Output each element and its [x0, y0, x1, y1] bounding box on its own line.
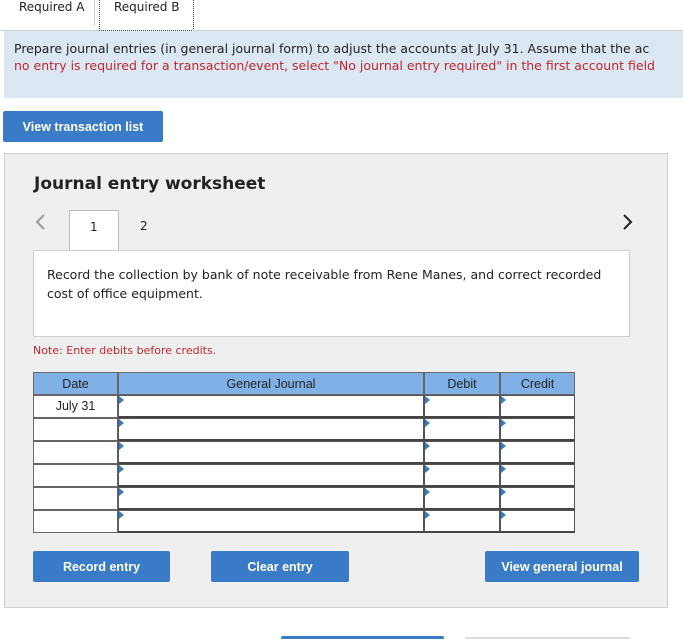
table-row: July 31 [33, 395, 575, 418]
dropdown-marker-icon [425, 488, 430, 496]
debit-input[interactable] [424, 441, 500, 464]
dropdown-marker-icon [501, 396, 506, 404]
dropdown-marker-icon [119, 396, 124, 404]
dropdown-marker-icon [501, 419, 506, 427]
record-entry-button[interactable]: Record entry [33, 551, 170, 582]
journal-entry-worksheet-panel: Journal entry worksheet 1 2 Record the c… [4, 153, 668, 608]
table-row [33, 464, 575, 487]
date-cell-text: July 31 [55, 399, 96, 413]
table-row [33, 510, 575, 533]
credit-input[interactable] [500, 464, 575, 487]
subtab-label: 2 [140, 219, 148, 233]
dropdown-marker-icon [501, 465, 506, 473]
chevron-right-icon[interactable] [620, 212, 636, 232]
date-cell [33, 510, 118, 533]
tab-required-a-label: Required A [19, 0, 85, 14]
table-row [33, 487, 575, 510]
account-select[interactable] [118, 487, 424, 510]
debit-input[interactable] [424, 510, 500, 533]
date-cell [33, 487, 118, 510]
date-column-header: Date [33, 372, 118, 395]
table-row [33, 441, 575, 464]
debit-input[interactable] [424, 418, 500, 441]
subtab-label: 1 [90, 220, 98, 234]
debit-input[interactable] [424, 464, 500, 487]
date-cell [33, 441, 118, 464]
worksheet-title: Journal entry worksheet [34, 174, 266, 194]
date-cell: July 31 [33, 395, 118, 418]
dropdown-marker-icon [119, 419, 124, 427]
instructions-line-2: no entry is required for a transaction/e… [14, 58, 655, 73]
dropdown-marker-icon [501, 511, 506, 519]
dropdown-marker-icon [501, 488, 506, 496]
date-cell [33, 418, 118, 441]
debit-input[interactable] [424, 395, 500, 418]
account-select[interactable] [118, 510, 424, 533]
credit-input[interactable] [500, 510, 575, 533]
credit-input[interactable] [500, 395, 575, 418]
dropdown-marker-icon [119, 511, 124, 519]
dropdown-marker-icon [119, 488, 124, 496]
tab-required-a[interactable]: Required A [6, 0, 95, 26]
dropdown-marker-icon [425, 419, 430, 427]
account-select[interactable] [118, 464, 424, 487]
credit-input[interactable] [500, 441, 575, 464]
worksheet-subtab-2[interactable]: 2 [133, 210, 153, 250]
instructions-line-1: Prepare journal entries (in general jour… [14, 41, 650, 56]
credit-column-header: Credit [500, 372, 575, 395]
dropdown-marker-icon [425, 465, 430, 473]
table-row [33, 418, 575, 441]
credit-input[interactable] [500, 418, 575, 441]
date-cell [33, 464, 118, 487]
debit-input[interactable] [424, 487, 500, 510]
clear-entry-button[interactable]: Clear entry [211, 551, 349, 582]
transaction-description: Record the collection by bank of note re… [33, 250, 630, 337]
account-select[interactable] [118, 441, 424, 464]
chevron-left-icon[interactable] [34, 212, 50, 232]
credit-input[interactable] [500, 487, 575, 510]
dropdown-marker-icon [119, 465, 124, 473]
dropdown-marker-icon [425, 442, 430, 450]
general-journal-column-header: General Journal [118, 372, 424, 395]
instructions-banner: Prepare journal entries (in general jour… [4, 31, 683, 98]
debits-credits-note: Note: Enter debits before credits. [33, 344, 217, 357]
transaction-description-text: Record the collection by bank of note re… [47, 267, 602, 301]
dropdown-marker-icon [425, 511, 430, 519]
tab-required-b-label: Required B [114, 0, 180, 14]
tab-required-b[interactable]: Required B [99, 0, 194, 31]
dropdown-marker-icon [501, 442, 506, 450]
dropdown-marker-icon [425, 396, 430, 404]
debit-column-header: Debit [424, 372, 500, 395]
dropdown-marker-icon [119, 442, 124, 450]
requirement-tabs: Required A Required B [0, 0, 683, 31]
view-transaction-list-button[interactable]: View transaction list [3, 111, 163, 142]
account-select[interactable] [118, 418, 424, 441]
account-select[interactable] [118, 395, 424, 418]
view-general-journal-button[interactable]: View general journal [485, 551, 639, 582]
worksheet-subtab-1[interactable]: 1 [69, 210, 119, 251]
